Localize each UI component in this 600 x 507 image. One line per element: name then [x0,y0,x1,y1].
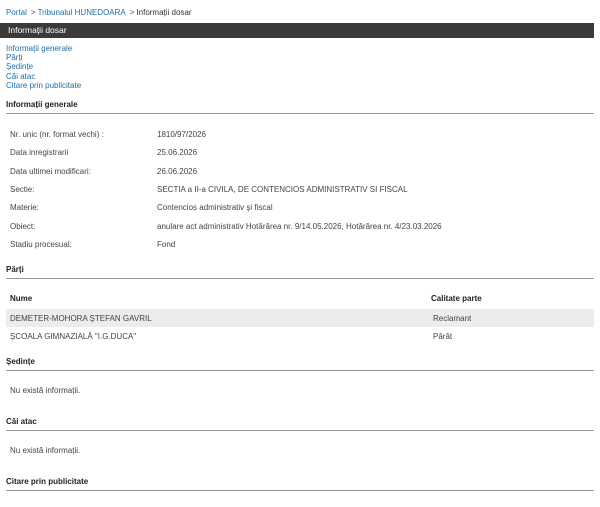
column-header-calitate-parte: Calitate parte [431,294,482,303]
section-heading-cai-atac: Căi atac [6,417,594,431]
nav-link-parti[interactable]: Părți [6,53,81,62]
field-label-materie: Materie: [10,203,39,212]
field-value-stadiu-procesual: Fond [157,240,176,249]
breadcrumb-separator: > [30,8,36,17]
nav-link-citare[interactable]: Citare prin publicitate [6,81,81,90]
field-value-sectie: SECTIA a II-a CIVILA, DE CONTENCIOS ADMI… [157,185,408,194]
breadcrumb-portal-link[interactable]: Portal [6,8,27,17]
section-nav: Informații generale Părți Ședințe Căi at… [6,44,81,90]
table-row: DEMETER-MOHORA ȘTEFAN GAVRIL Reclamant [6,309,594,327]
nav-link-sedinte[interactable]: Ședințe [6,62,81,71]
breadcrumb-current: Informații dosar [136,8,192,17]
field-label-obiect: Obiect: [10,222,36,231]
table-row: ȘCOALA GIMNAZIALĂ "I.G.DUCA" Pârât [6,327,594,345]
party-role: Pârât [433,332,453,341]
field-label-stadiu-procesual: Stadiu procesual: [10,240,72,249]
party-role: Reclamant [433,314,472,323]
party-name: DEMETER-MOHORA ȘTEFAN GAVRIL [10,314,152,323]
field-value-data-inregistrarii: 25.06.2026 [157,148,198,157]
section-heading-citare: Citare prin publicitate [6,477,594,491]
section-heading-sedinte: Ședințe [6,357,594,371]
party-name: ȘCOALA GIMNAZIALĂ "I.G.DUCA" [10,332,137,341]
field-value-data-ultimei-modificari: 26.06.2026 [157,167,198,176]
nav-link-cai-atac[interactable]: Căi atac [6,72,81,81]
breadcrumb-court-link[interactable]: Tribunalul HUNEDOARA [38,8,126,17]
field-value-obiect: anulare act administrativ Hotărârea nr. … [157,222,442,231]
field-label-sectie: Sectie: [10,185,35,194]
breadcrumb-separator: > [129,8,135,17]
field-label-data-ultimei-modificari: Data ultimei modificari: [10,167,91,176]
field-label-data-inregistrarii: Data inregistrarii [10,148,69,157]
column-header-nume: Nume [10,294,33,303]
breadcrumb: Portal > Tribunalul HUNEDOARA > Informații d… [6,8,192,17]
page-title: Informații dosar [0,23,594,38]
cai-atac-empty-message: Nu există informații. [10,446,81,455]
field-value-materie: Contencios administrativ și fiscal [157,203,273,212]
section-heading-parti: Părți [6,265,594,279]
sedinte-empty-message: Nu există informații. [10,386,81,395]
field-value-nr-unic: 1810/97/2026 [157,130,206,139]
field-label-nr-unic: Nr. unic (nr. format vechi) : [10,130,104,139]
nav-link-informatii-generale[interactable]: Informații generale [6,44,81,53]
section-heading-informatii-generale: Informații generale [6,100,594,114]
